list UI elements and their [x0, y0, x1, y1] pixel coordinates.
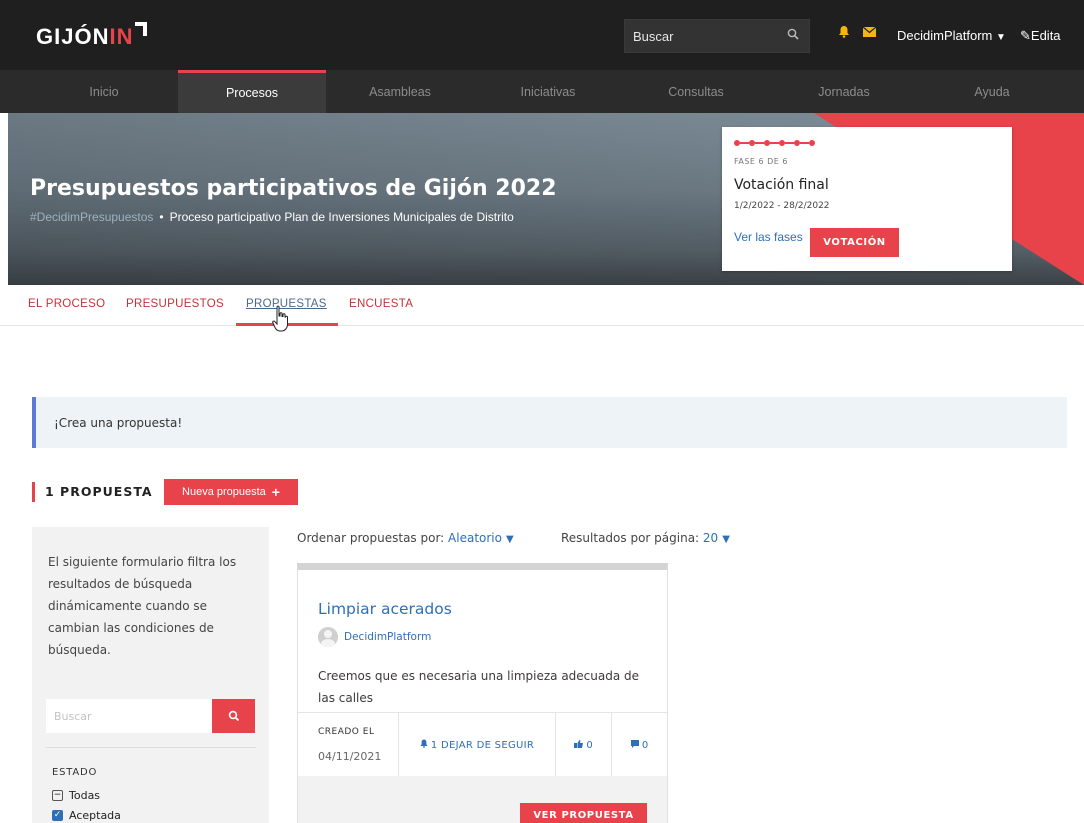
phase-title: Votación final: [734, 177, 829, 193]
subtitle-separator: •: [159, 210, 164, 224]
proposals-count: 1 PROPUESTA: [45, 484, 153, 499]
phase-progress: [734, 140, 815, 146]
endorsements-count: 0: [556, 713, 612, 777]
phase-dates: 1/2/2022 - 28/2/2022: [734, 201, 830, 211]
process-tabs: EL PROCESO PRESUPUESTOS PROPUESTAS ENCUE…: [0, 285, 1084, 326]
tab-presupuestos[interactable]: PRESUPUESTOS: [126, 298, 224, 310]
created-cell: CREADO EL 04/11/2021: [298, 713, 399, 777]
edit-link[interactable]: ✎Edita: [1020, 28, 1061, 44]
caret-down-icon: ▼: [505, 534, 514, 545]
created-label: CREADO EL: [318, 727, 375, 737]
tab-encuesta[interactable]: ENCUESTA: [349, 298, 413, 310]
top-bar: GIJÓNIN DecidimPlatform ▼ ✎Edita: [0, 0, 1084, 70]
per-page-dropdown[interactable]: 20 ▼: [703, 531, 730, 545]
callout-text: ¡Crea una propuesta!: [54, 416, 183, 430]
phase-label: FASE 6 DE 6: [734, 157, 788, 166]
comments-count: 0: [612, 713, 667, 777]
logo-accent: IN: [109, 24, 134, 49]
global-search: [624, 19, 810, 53]
caret-down-icon: ▼: [995, 32, 1006, 43]
proposal-card: Limpiar acerados DecidimPlatform Creemos…: [297, 563, 668, 823]
section-accent-bar: [32, 482, 35, 502]
process-subtitle: Proceso participativo Plan de Inversione…: [169, 210, 514, 224]
filter-option-todas[interactable]: − Todas: [52, 789, 100, 802]
comment-icon: [630, 739, 639, 751]
caret-down-icon: ▼: [722, 534, 730, 545]
filters-description: El siguiente formulario filtra los resul…: [48, 555, 237, 657]
proposal-stats: CREADO EL 04/11/2021 1 DEJAR DE SEGUIR 0…: [298, 712, 667, 777]
sort-label: Ordenar propuestas por:: [297, 531, 445, 545]
view-proposal-button[interactable]: VER PROPUESTA: [520, 803, 647, 823]
sort-dropdown[interactable]: Aleatorio ▼: [448, 531, 514, 545]
endorsements-value: 0: [586, 739, 593, 751]
author-name: DecidimPlatform: [344, 631, 432, 643]
create-proposal-callout: ¡Crea una propuesta!: [32, 397, 1067, 448]
plus-icon: +: [271, 484, 280, 500]
per-page-label: Resultados por página:: [561, 531, 700, 545]
proposal-title[interactable]: Limpiar acerados: [318, 600, 452, 618]
filter-option-label: Todas: [69, 789, 101, 802]
new-proposal-button[interactable]: Nueva propuesta +: [164, 479, 298, 505]
phase-dot: [809, 140, 815, 146]
new-proposal-label: Nueva propuesta: [182, 486, 266, 498]
unfollow-button[interactable]: 1 DEJAR DE SEGUIR: [399, 713, 556, 777]
main-nav: Inicio Procesos Asambleas Iniciativas Co…: [0, 70, 1084, 113]
checked-checkbox-icon[interactable]: ✓: [52, 810, 63, 821]
nav-item-asambleas[interactable]: Asambleas: [326, 70, 474, 113]
created-date: 04/11/2021: [318, 750, 382, 763]
logo-mark-icon: [135, 22, 148, 36]
phase-card: FASE 6 DE 6 Votación final 1/2/2022 - 28…: [722, 127, 1012, 271]
proposal-body: Creemos que es necesaria una limpieza ad…: [318, 669, 640, 705]
search-icon: [228, 710, 239, 722]
filter-estado-label: ESTADO: [52, 767, 98, 778]
per-page-control: Resultados por página: 20 ▼: [561, 531, 730, 545]
messages-envelope-icon[interactable]: [862, 25, 877, 41]
sort-value: Aleatorio: [448, 531, 502, 545]
sort-control: Ordenar propuestas por: Aleatorio ▼: [297, 531, 514, 545]
proposal-author[interactable]: DecidimPlatform: [318, 627, 431, 647]
nav-item-jornadas[interactable]: Jornadas: [770, 70, 918, 113]
vote-button[interactable]: VOTACIÓN: [810, 228, 899, 257]
process-hashtag[interactable]: #DecidimPresupuestos: [30, 210, 153, 224]
site-logo[interactable]: GIJÓNIN: [36, 22, 148, 50]
edit-label: Edita: [1030, 28, 1061, 43]
search-icon[interactable]: [787, 28, 799, 44]
filters-sidebar: El siguiente formulario filtra los resul…: [32, 527, 269, 823]
pencil-icon: ✎: [1020, 28, 1031, 43]
nav-item-procesos[interactable]: Procesos: [178, 70, 326, 113]
indeterminate-checkbox-icon[interactable]: −: [52, 790, 63, 801]
avatar: [318, 627, 338, 647]
logo-text: GIJÓN: [36, 24, 110, 49]
nav-item-inicio[interactable]: Inicio: [30, 70, 178, 113]
endorse-icon: [574, 739, 584, 751]
nav-item-iniciativas[interactable]: Iniciativas: [474, 70, 622, 113]
hand-cursor-icon: [272, 305, 288, 332]
tab-el-proceso[interactable]: EL PROCESO: [28, 298, 105, 310]
user-menu[interactable]: DecidimPlatform ▼: [897, 28, 1006, 43]
filter-search-input[interactable]: [46, 699, 212, 733]
view-phases-link[interactable]: Ver las fases: [734, 230, 803, 244]
comments-value: 0: [641, 739, 649, 751]
user-name: DecidimPlatform: [897, 28, 993, 43]
follow-label: 1 DEJAR DE SEGUIR: [430, 739, 535, 751]
proposal-card-footer: VER PROPUESTA: [298, 776, 667, 823]
process-title: Presupuestos participativos de Gijón 202…: [30, 176, 557, 201]
process-subtitle-row: #DecidimPresupuestos • Proceso participati…: [30, 210, 514, 224]
nav-item-ayuda[interactable]: Ayuda: [918, 70, 1066, 113]
global-search-input[interactable]: [625, 20, 775, 52]
notifications-bell-icon[interactable]: [838, 25, 850, 42]
per-page-value: 20: [702, 531, 719, 545]
filters-divider: [46, 747, 256, 748]
filter-option-aceptada[interactable]: ✓ Aceptada: [52, 809, 121, 822]
bell-icon: [420, 739, 428, 751]
filter-option-label: Aceptada: [69, 809, 121, 822]
filter-search-button[interactable]: [212, 699, 255, 733]
nav-item-consultas[interactable]: Consultas: [622, 70, 770, 113]
